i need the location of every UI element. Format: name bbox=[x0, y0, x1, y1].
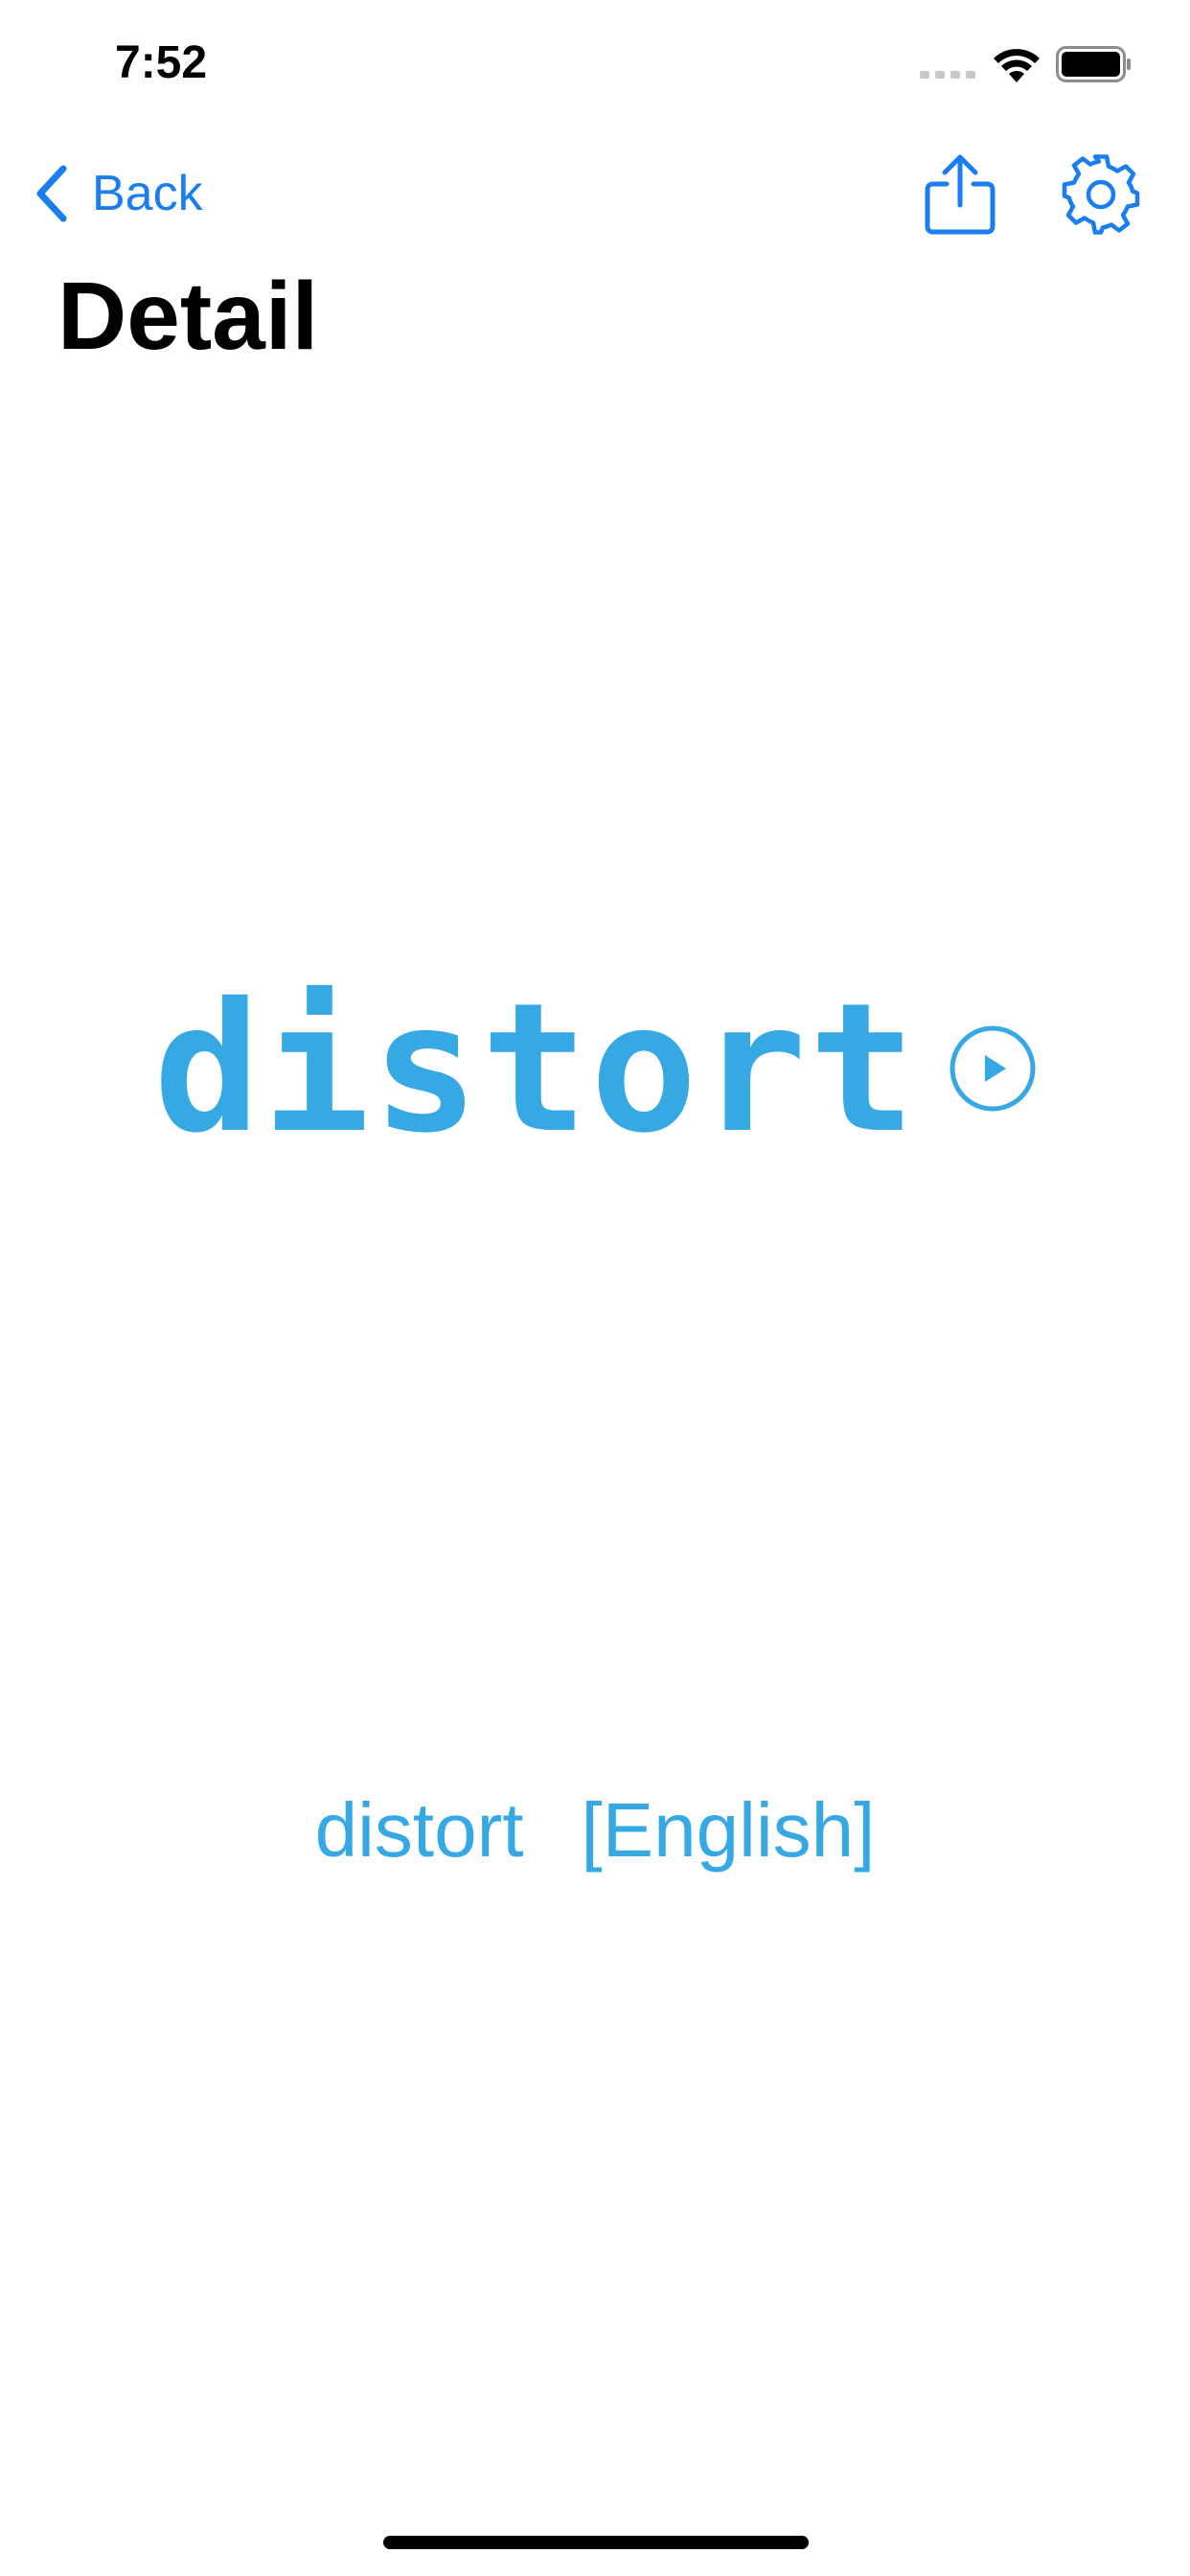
battery-icon bbox=[1056, 46, 1131, 82]
translation-word: distort bbox=[314, 1787, 524, 1873]
status-time: 7:52 bbox=[115, 37, 208, 88]
word-display: distort bbox=[0, 968, 1190, 1169]
share-icon[interactable] bbox=[922, 153, 998, 236]
main-word: distort bbox=[153, 964, 918, 1172]
status-bar: 7:52 bbox=[0, 0, 1190, 134]
gear-icon[interactable] bbox=[1060, 153, 1142, 236]
home-indicator[interactable] bbox=[383, 2536, 809, 2549]
translation-row: distort [English] bbox=[0, 1782, 1190, 1878]
chevron-left-icon bbox=[36, 165, 67, 222]
back-label: Back bbox=[92, 166, 203, 221]
translation-language: [English] bbox=[581, 1787, 876, 1873]
cellular-signal-icon bbox=[920, 71, 975, 79]
page-title: Detail bbox=[57, 263, 319, 370]
navigation-bar: Back bbox=[0, 134, 1190, 249]
back-button[interactable]: Back bbox=[33, 157, 203, 230]
wifi-icon bbox=[994, 49, 1040, 82]
play-circle-icon[interactable] bbox=[949, 1024, 1037, 1113]
